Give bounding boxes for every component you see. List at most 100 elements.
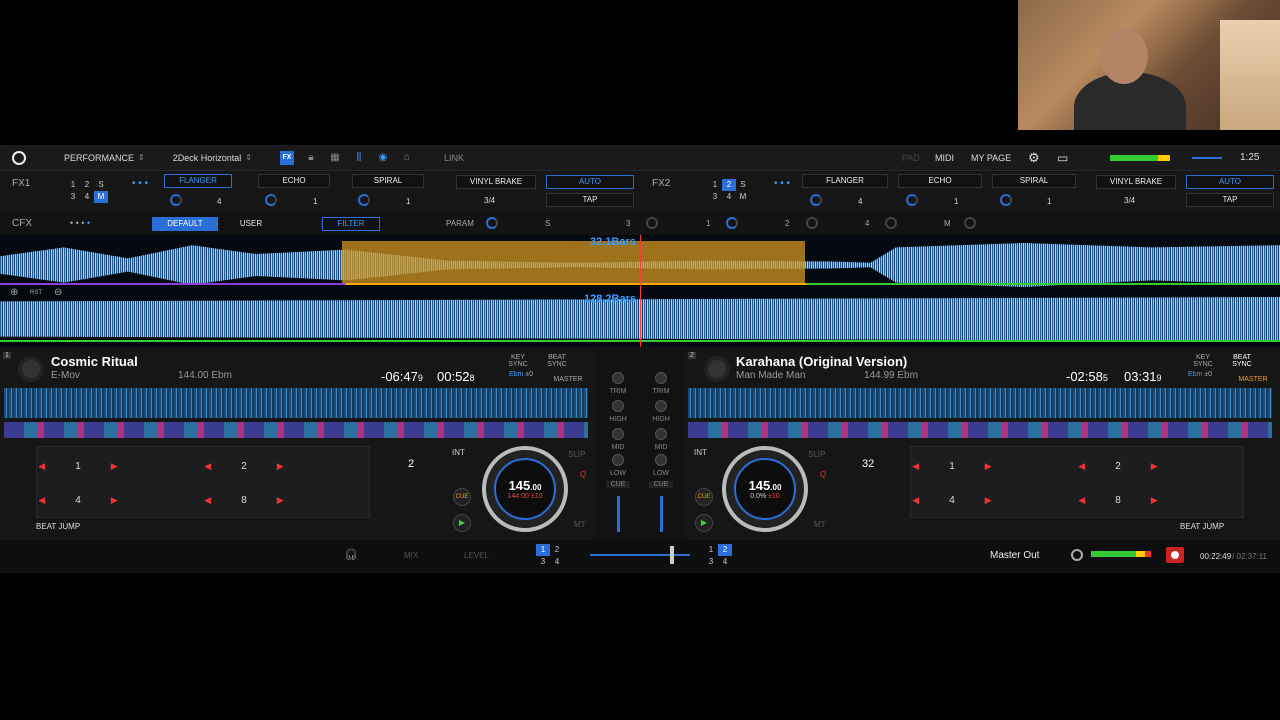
fx2-tap-button[interactable]: TAP — [1186, 193, 1274, 207]
cfx-knob-3[interactable] — [646, 217, 658, 229]
deck2-key-sync[interactable]: KEY SYNC — [1188, 354, 1218, 368]
ch2-trim-knob[interactable] — [655, 372, 667, 384]
deck2-play-button[interactable]: ▶ — [695, 514, 713, 532]
xf-right-1[interactable]: 1 — [704, 544, 718, 556]
fx1-slot-m[interactable]: M — [94, 191, 108, 203]
fx1-slot-3[interactable]: 3 — [66, 191, 80, 203]
cfx-user-button[interactable]: USER — [218, 217, 284, 231]
record-button[interactable] — [1166, 547, 1184, 563]
deck2-pad-4[interactable]: ◀ 4 ▶ — [911, 483, 993, 517]
deck1-beat-sync[interactable]: BEAT SYNC — [545, 354, 569, 368]
fx2-menu-dots-icon[interactable]: • • • — [774, 178, 790, 189]
deck2-pad-2[interactable]: ◀ 2 ▶ — [1077, 449, 1159, 483]
deck1-pad-1[interactable]: ◀ 1 ▶ — [37, 449, 119, 483]
midi-button[interactable]: MIDI — [935, 153, 954, 163]
xf-left-1[interactable]: 1 — [536, 544, 550, 556]
link-button[interactable]: LINK — [444, 153, 464, 163]
deck2-jog-wheel[interactable]: 145.00 0.0% ±10 — [722, 446, 808, 532]
ch2-high-knob[interactable] — [655, 400, 667, 412]
fx2-slot-s[interactable]: S — [736, 179, 750, 191]
fx1-effect-2[interactable]: ECHO — [258, 174, 330, 188]
ch1-mid-knob[interactable] — [612, 428, 624, 440]
reset-zoom-button[interactable]: RST — [30, 290, 42, 296]
deck1-pad-8[interactable]: ◀ 8 ▶ — [203, 483, 285, 517]
fx1-deck-assign[interactable]: 12S 34M — [66, 179, 122, 203]
fx1-knob-1[interactable] — [170, 194, 182, 206]
fx2-knob-3[interactable] — [1000, 194, 1012, 206]
deck1-jog-wheel[interactable]: 145.00 144.00 ±10 — [482, 446, 568, 532]
ch2-cue-button[interactable]: CUE — [649, 481, 673, 488]
mode-selector[interactable]: PERFORMANCE ⇕ — [64, 153, 145, 163]
fx2-slot-1[interactable]: 1 — [708, 179, 722, 191]
my-page-button[interactable]: MY PAGE — [971, 153, 1011, 163]
deck1-beat-jump-label[interactable]: BEAT JUMP — [36, 522, 80, 531]
crossfader-assign-left[interactable]: 12 34 — [536, 544, 576, 568]
crossfader-handle[interactable] — [670, 546, 674, 564]
pad-button[interactable]: PAD — [902, 153, 920, 163]
ch1-volume-fader[interactable] — [617, 496, 620, 532]
fx1-slot-2[interactable]: 2 — [80, 179, 94, 191]
fx1-knob-2[interactable] — [265, 194, 277, 206]
deck1-overview-waveform[interactable] — [4, 388, 588, 418]
deck2-master[interactable]: MASTER — [1235, 376, 1271, 383]
deck2-pad-8[interactable]: ◀ 8 ▶ — [1077, 483, 1159, 517]
deck1-slip-label[interactable]: SLIP — [568, 450, 585, 459]
ch2-volume-fader[interactable] — [660, 496, 663, 532]
deck1-pad-2[interactable]: ◀ 2 ▶ — [203, 449, 285, 483]
xf-left-3[interactable]: 3 — [536, 556, 550, 568]
fx2-slot-2[interactable]: 2 — [722, 179, 736, 191]
fx2-deck-assign[interactable]: 12S 34M — [708, 179, 764, 203]
deck2-beat-sync[interactable]: BEAT SYNC — [1230, 354, 1254, 368]
record-icon[interactable]: ◉ — [376, 151, 390, 165]
cfx-knob-4[interactable] — [885, 217, 897, 229]
xf-right-4[interactable]: 4 — [718, 556, 732, 568]
fx1-slot-s[interactable]: S — [94, 179, 108, 191]
grid-icon[interactable]: ▦ — [328, 151, 342, 165]
fx2-effect-1[interactable]: FLANGER — [802, 174, 888, 188]
fx2-effect-2[interactable]: ECHO — [898, 174, 982, 188]
loop-region[interactable] — [342, 241, 805, 283]
fx1-auto-button[interactable]: AUTO — [546, 175, 634, 189]
monitor-icon[interactable]: ▭ — [1057, 151, 1068, 165]
fx1-effect-3[interactable]: SPIRAL — [352, 174, 424, 188]
deck1-play-button[interactable]: ▶ — [453, 514, 471, 532]
fx1-knob-3[interactable] — [358, 194, 370, 206]
deck2-cue-button[interactable]: CUE — [695, 488, 713, 506]
fx2-slot-3[interactable]: 3 — [708, 191, 722, 203]
cfx-default-button[interactable]: DEFAULT — [152, 217, 218, 231]
fx2-effect-3[interactable]: SPIRAL — [992, 174, 1076, 188]
crossfader-assign-right[interactable]: 12 34 — [704, 544, 744, 568]
layout-selector[interactable]: 2Deck Horizontal ⇕ — [173, 153, 252, 163]
master-out-selector[interactable]: Master Out — [990, 550, 1039, 561]
fx1-menu-dots-icon[interactable]: • • • — [132, 178, 148, 189]
deck1-master[interactable]: MASTER — [550, 376, 586, 383]
xf-left-2[interactable]: 2 — [550, 544, 564, 556]
xf-right-2[interactable]: 2 — [718, 544, 732, 556]
fx2-slot-m[interactable]: M — [736, 191, 750, 203]
deck1-int-label[interactable]: INT — [452, 448, 465, 457]
volume-slider[interactable] — [1192, 157, 1222, 159]
fx1-slot-4[interactable]: 4 — [80, 191, 94, 203]
cfx-param-knob[interactable] — [486, 217, 498, 229]
fx-panel-icon[interactable]: FX — [279, 150, 294, 165]
settings-gear-icon[interactable]: ⚙ — [1028, 150, 1040, 166]
ch1-cue-button[interactable]: CUE — [606, 481, 630, 488]
deck2-q-label[interactable]: Q — [820, 470, 826, 479]
zoom-out-icon[interactable]: ⊖ — [54, 287, 62, 298]
deck1-q-label[interactable]: Q — [580, 470, 586, 479]
deck2-int-label[interactable]: INT — [694, 448, 707, 457]
deck2-mt-label[interactable]: MT — [814, 520, 826, 529]
cfx-knob-1[interactable] — [726, 217, 738, 229]
rekordbox-logo-icon[interactable] — [12, 150, 26, 165]
deck1-key-sync[interactable]: KEY SYNC — [503, 354, 533, 368]
fx1-vinyl-brake[interactable]: VINYL BRAKE — [456, 175, 536, 189]
master-volume-knob[interactable] — [1071, 549, 1083, 561]
deck2-beat-jump-label[interactable]: BEAT JUMP — [1180, 522, 1224, 531]
xf-left-4[interactable]: 4 — [550, 556, 564, 568]
fx2-knob-2[interactable] — [906, 194, 918, 206]
zoom-in-icon[interactable]: ⊕ — [10, 287, 18, 298]
deck1-mt-label[interactable]: MT — [574, 520, 586, 529]
cfx-knob-m[interactable] — [964, 217, 976, 229]
fx1-slot-1[interactable]: 1 — [66, 179, 80, 191]
waveform-area[interactable]: 32.1Bars 128.2Bars ⊕ RST ⊖ — [0, 235, 1280, 347]
